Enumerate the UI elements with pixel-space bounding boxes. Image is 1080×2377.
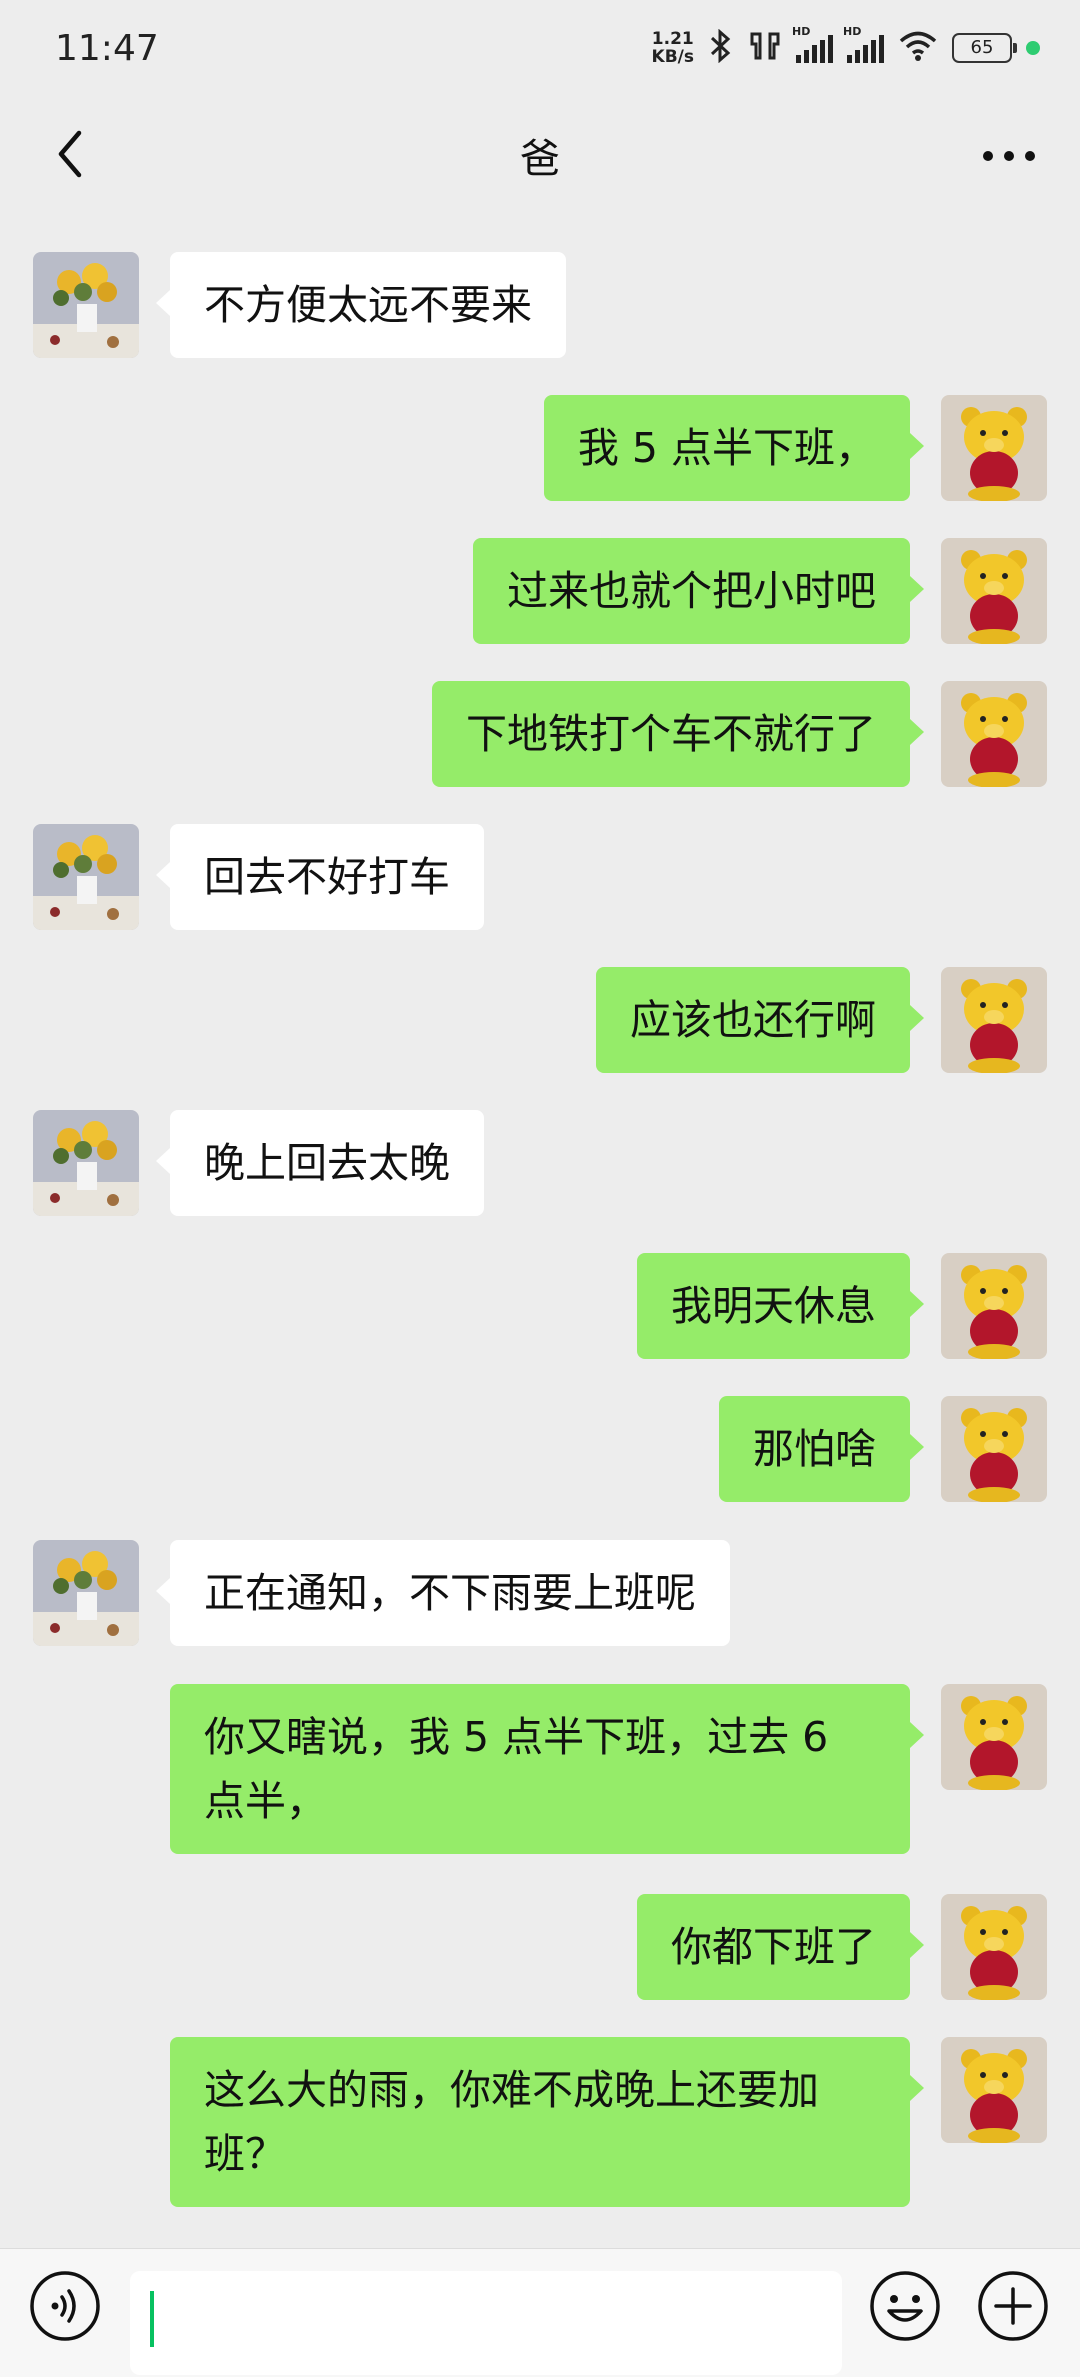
message-input[interactable] bbox=[130, 2271, 842, 2375]
my-avatar[interactable] bbox=[941, 1894, 1047, 2000]
my-avatar[interactable] bbox=[941, 681, 1047, 787]
voice-icon bbox=[30, 2271, 100, 2341]
message-bubble[interactable]: 正在通知，不下雨要上班呢 bbox=[156, 1540, 730, 1646]
status-bar: 11:47 1.21 KB/s HD HD 65 bbox=[0, 0, 1080, 96]
message-bubble[interactable]: 你都下班了 bbox=[637, 1894, 924, 2000]
chat-title: 爸 bbox=[520, 136, 560, 182]
emoji-icon bbox=[870, 2271, 940, 2341]
contact-avatar[interactable] bbox=[33, 1540, 139, 1646]
my-avatar[interactable] bbox=[941, 1253, 1047, 1359]
plus-icon bbox=[978, 2271, 1048, 2341]
message-bubble[interactable]: 下地铁打个车不就行了 bbox=[432, 681, 924, 787]
earbuds-icon bbox=[748, 30, 782, 66]
message-bubble[interactable]: 不方便太远不要来 bbox=[156, 252, 566, 358]
contact-avatar[interactable] bbox=[33, 252, 139, 358]
emoji-button[interactable] bbox=[868, 2269, 942, 2343]
bluetooth-icon bbox=[708, 28, 734, 67]
message-bubble[interactable]: 过来也就个把小时吧 bbox=[473, 538, 924, 644]
back-button[interactable] bbox=[40, 124, 100, 184]
my-avatar[interactable] bbox=[941, 967, 1047, 1073]
my-avatar[interactable] bbox=[941, 538, 1047, 644]
status-icons: 1.21 KB/s HD HD 65 bbox=[651, 25, 1040, 67]
status-time: 11:47 bbox=[55, 27, 159, 69]
message-bubble[interactable]: 晚上回去太晚 bbox=[156, 1110, 484, 1216]
my-avatar[interactable] bbox=[941, 395, 1047, 501]
message-bubble[interactable]: 那怕啥 bbox=[719, 1396, 924, 1502]
message-bubble[interactable]: 你又瞎说，我 5 点半下班，过去 6 点半， bbox=[170, 1684, 924, 1854]
battery-icon: 65 bbox=[952, 33, 1017, 63]
wifi-icon bbox=[898, 30, 938, 66]
my-avatar[interactable] bbox=[941, 1684, 1047, 1790]
status-dot bbox=[1026, 41, 1040, 55]
more-options-button[interactable] bbox=[974, 126, 1044, 186]
cell-signal-icon-2: HD bbox=[843, 25, 884, 63]
network-speed: 1.21 KB/s bbox=[651, 29, 694, 67]
contact-avatar[interactable] bbox=[33, 1110, 139, 1216]
more-functions-button[interactable] bbox=[976, 2269, 1050, 2343]
chevron-left-icon bbox=[58, 130, 82, 178]
more-dots-icon bbox=[983, 151, 1035, 161]
input-bar bbox=[0, 2248, 1080, 2377]
my-avatar[interactable] bbox=[941, 2037, 1047, 2143]
text-cursor bbox=[150, 2291, 154, 2347]
message-bubble[interactable]: 回去不好打车 bbox=[156, 824, 484, 930]
message-bubble[interactable]: 应该也还行啊 bbox=[596, 967, 924, 1073]
message-bubble[interactable]: 我明天休息 bbox=[637, 1253, 924, 1359]
chat-header: 爸 bbox=[0, 96, 1080, 214]
contact-avatar[interactable] bbox=[33, 824, 139, 930]
message-bubble[interactable]: 这么大的雨，你难不成晚上还要加班？ bbox=[170, 2037, 924, 2207]
voice-button[interactable] bbox=[28, 2269, 102, 2343]
cell-signal-icon-1: HD bbox=[792, 25, 833, 63]
message-bubble[interactable]: 我 5 点半下班， bbox=[543, 395, 925, 501]
my-avatar[interactable] bbox=[941, 1396, 1047, 1502]
